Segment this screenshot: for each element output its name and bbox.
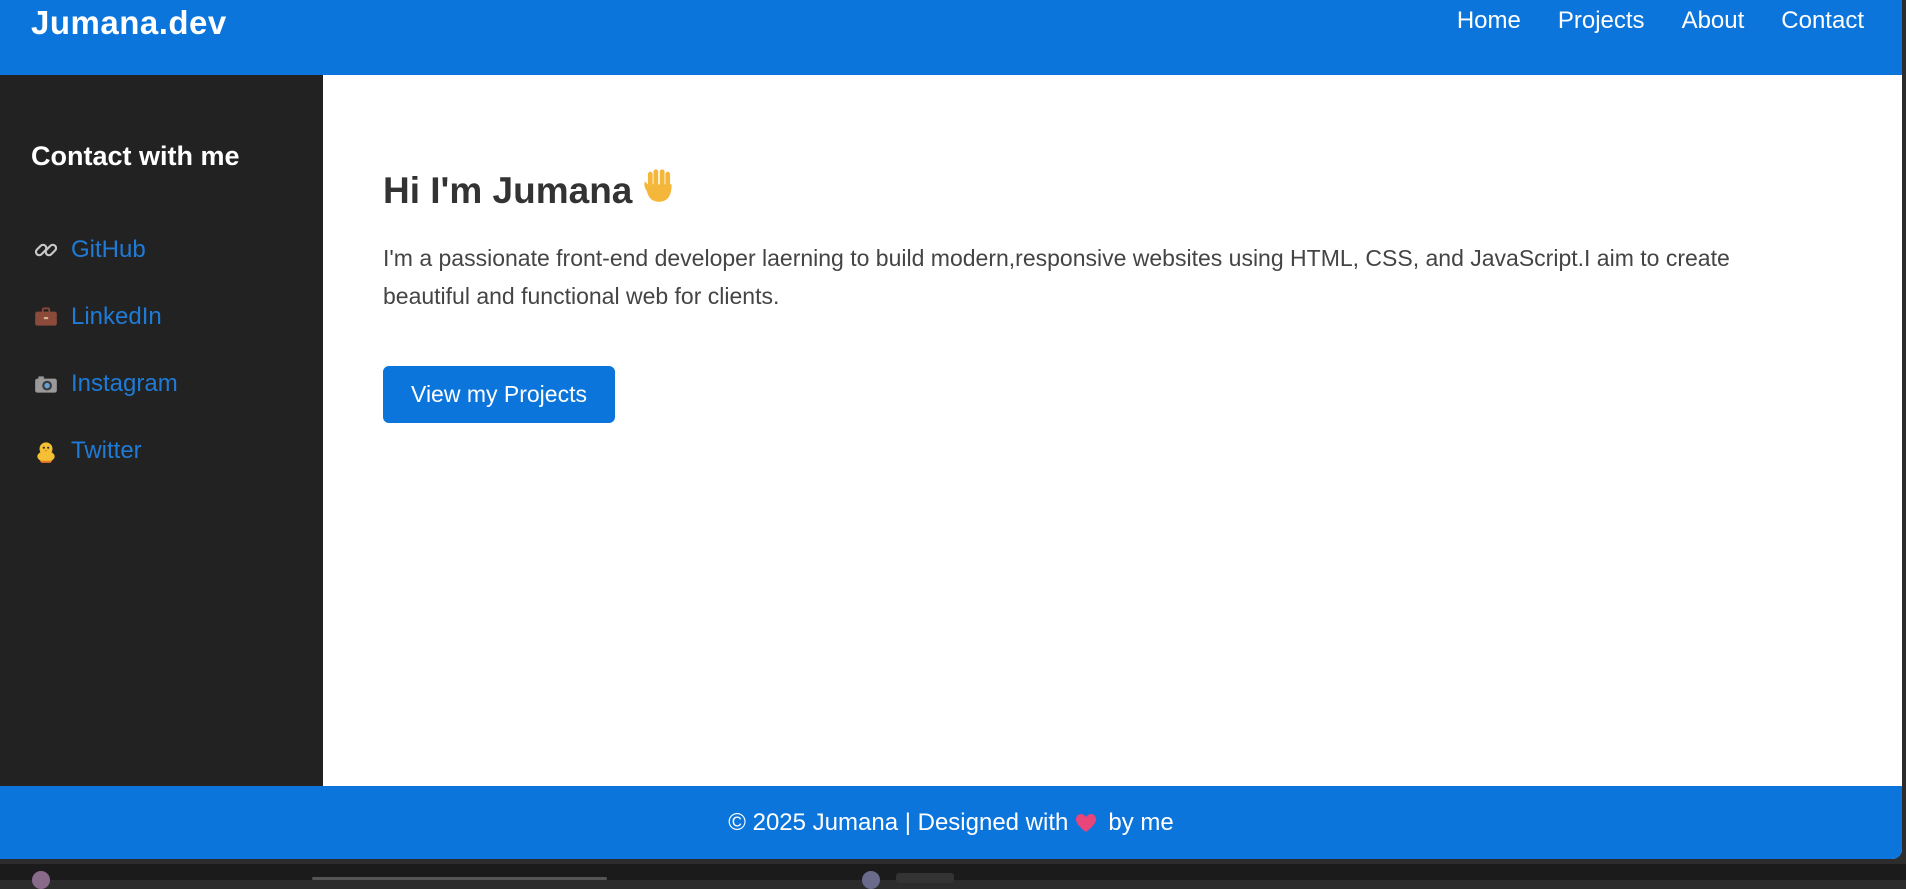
- sidebar-link-linkedin[interactable]: LinkedIn: [33, 283, 178, 350]
- sidebar-link-label: Twitter: [71, 436, 142, 464]
- nav-contact[interactable]: Contact: [1781, 7, 1864, 35]
- view-projects-button[interactable]: View my Projects: [383, 366, 615, 423]
- social-links: GitHub LinkedIn Instagram Twitter: [33, 216, 178, 484]
- nav-home[interactable]: Home: [1457, 7, 1521, 35]
- hero-title: Hi I'm Jumana: [383, 167, 678, 214]
- sidebar-link-github[interactable]: GitHub: [33, 216, 178, 283]
- sidebar-title: Contact with me: [31, 141, 240, 171]
- waving-hand-icon: [640, 167, 678, 214]
- footer-suffix: by me: [1108, 808, 1174, 836]
- link-icon: [33, 237, 71, 263]
- site-header: Jumana.dev Home Projects About Contact: [0, 0, 1902, 75]
- sidebar-link-label: LinkedIn: [71, 302, 162, 330]
- taskbar-app-icon[interactable]: [862, 871, 880, 889]
- sidebar-link-label: GitHub: [71, 235, 146, 263]
- briefcase-icon: [33, 304, 71, 330]
- nav-projects[interactable]: Projects: [1558, 7, 1645, 35]
- site-footer: © 2025 Jumana | Designed with by me: [0, 786, 1902, 859]
- page: Jumana.dev Home Projects About Contact C…: [0, 0, 1902, 859]
- nav-about[interactable]: About: [1682, 7, 1745, 35]
- heart-icon: [1074, 811, 1098, 835]
- main-nav: Home Projects About Contact: [1457, 7, 1864, 35]
- sidebar: Contact with me GitHub LinkedIn Instagra…: [0, 75, 323, 786]
- sidebar-link-instagram[interactable]: Instagram: [33, 350, 178, 417]
- site-logo[interactable]: Jumana.dev: [31, 4, 227, 42]
- taskbar-button[interactable]: [896, 873, 954, 883]
- hero-title-text: Hi I'm Jumana: [383, 169, 633, 211]
- taskbar: [0, 864, 1906, 889]
- taskbar-app-icon[interactable]: [32, 871, 50, 889]
- sidebar-link-label: Instagram: [71, 369, 178, 397]
- footer-text: © 2025 Jumana | Designed with: [728, 808, 1069, 836]
- hero-description: I'm a passionate front-end developer lae…: [383, 245, 1730, 309]
- sidebar-link-twitter[interactable]: Twitter: [33, 417, 178, 484]
- camera-icon: [33, 371, 71, 397]
- chick-icon: [33, 438, 71, 464]
